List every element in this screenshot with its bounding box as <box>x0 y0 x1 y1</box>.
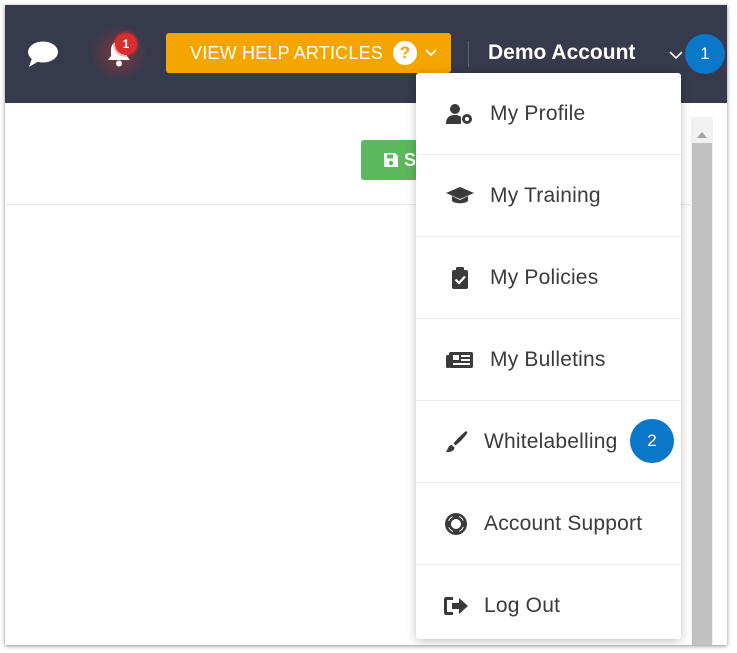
question-circle-icon: ? <box>393 41 418 65</box>
menu-item-label: Log Out <box>484 594 561 617</box>
user-cog-icon <box>444 101 476 127</box>
menu-item-my-training[interactable]: My Training <box>416 155 681 237</box>
menu-item-label: My Profile <box>490 101 586 125</box>
menu-item-my-policies[interactable]: My Policies <box>416 237 681 319</box>
menu-item-label: My Training <box>490 183 601 207</box>
account-chevron-down-icon[interactable] <box>669 47 683 65</box>
menu-item-account-support[interactable]: Account Support <box>416 483 681 565</box>
menu-item-label: My Bulletins <box>490 347 606 371</box>
help-button-label: VIEW HELP ARTICLES <box>190 42 384 63</box>
chevron-down-icon <box>425 49 437 57</box>
menu-item-log-out[interactable]: Log Out <box>416 565 681 645</box>
newspaper-icon <box>444 347 476 373</box>
step-callout-1: 1 <box>685 34 725 74</box>
app-window: 1 VIEW HELP ARTICLES ? Demo Account 1 S <box>5 5 727 645</box>
notification-count-badge: 1 <box>115 33 137 55</box>
scroll-up-arrow-icon[interactable] <box>697 125 707 143</box>
scrollbar-thumb[interactable] <box>692 143 712 645</box>
vertical-scrollbar[interactable] <box>691 117 713 645</box>
graduation-cap-icon <box>444 183 476 209</box>
paintbrush-icon <box>440 429 472 455</box>
account-dropdown-menu: My Profile My Training My Policies My Bu… <box>416 73 681 639</box>
sign-out-icon <box>440 593 472 619</box>
navbar-divider <box>468 41 469 67</box>
menu-item-my-bulletins[interactable]: My Bulletins <box>416 319 681 401</box>
menu-item-label: Account Support <box>484 511 643 535</box>
life-ring-icon <box>440 511 472 537</box>
step-callout-2: 2 <box>630 419 674 463</box>
clipboard-check-icon <box>444 265 476 291</box>
menu-item-my-profile[interactable]: My Profile <box>416 73 681 155</box>
save-button-label: S <box>404 149 417 170</box>
menu-item-label: My Policies <box>490 265 599 289</box>
floppy-disk-icon <box>384 153 398 167</box>
view-help-articles-button[interactable]: VIEW HELP ARTICLES ? <box>166 33 451 73</box>
chat-icon[interactable] <box>25 39 61 69</box>
account-name[interactable]: Demo Account <box>488 41 635 65</box>
menu-item-label: Whitelabelling <box>484 429 618 453</box>
